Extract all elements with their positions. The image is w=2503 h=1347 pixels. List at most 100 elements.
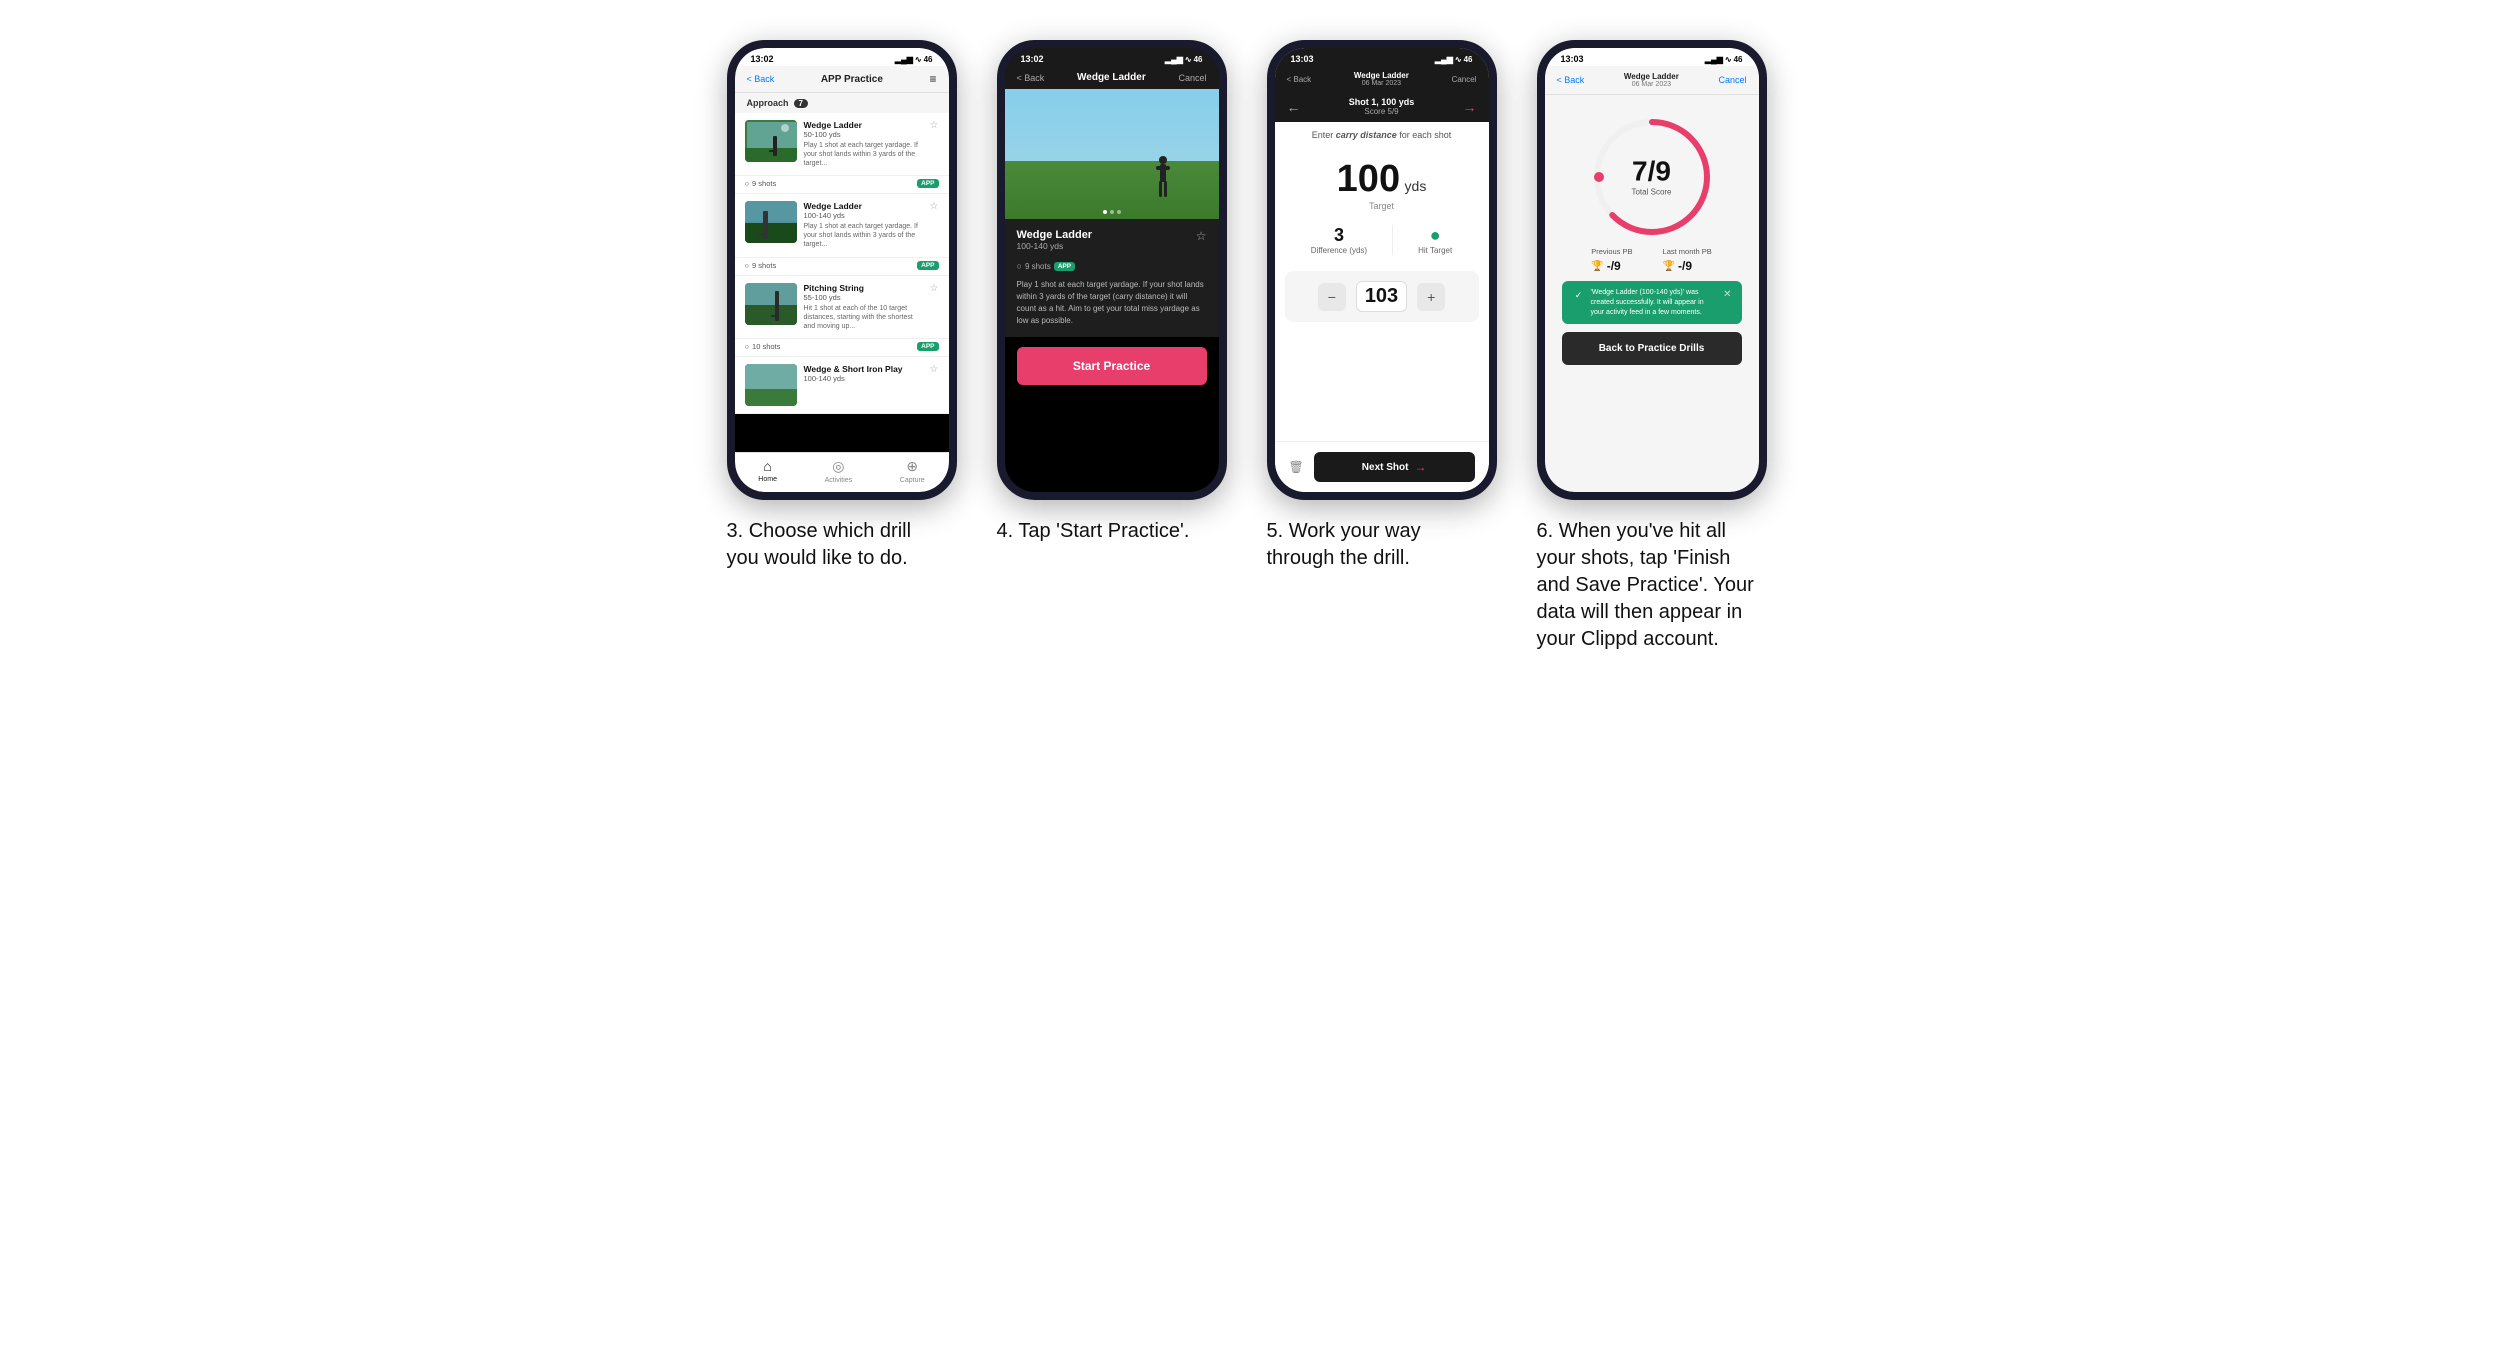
drill-thumb-2	[745, 201, 797, 243]
battery-icon-6: 46	[1734, 55, 1743, 64]
signal-icon-5: ▂▄▆	[1435, 55, 1453, 64]
nav-capture[interactable]: ⊕ Capture	[900, 458, 925, 484]
trash-icon[interactable]: 🗑	[1289, 460, 1304, 474]
capture-icon: ⊕	[906, 458, 918, 475]
phone3-time: 13:02	[751, 54, 774, 64]
results-content: 7/9 Total Score Previous PB 🏆 -/9	[1545, 95, 1759, 492]
home-icon: ⌂	[763, 458, 771, 474]
nav-activities-label: Activities	[825, 477, 853, 484]
section-count: 7	[794, 99, 808, 108]
drill-title-1: Wedge Ladder	[804, 120, 923, 130]
shots-text-1: ○ 9 shots	[745, 179, 777, 188]
phone6-status-bar: 13:03 ▂▄▆ ∿ 46	[1545, 48, 1759, 66]
golf-course-image	[1005, 89, 1219, 219]
star-icon-2[interactable]: ☆	[930, 201, 939, 212]
drill-yds-4: 100-140 yds	[804, 374, 923, 383]
start-practice-button[interactable]: Start Practice	[1017, 347, 1207, 385]
phone5-caption: 5. Work your way through the drill.	[1267, 518, 1487, 572]
stat-hit-target: ● Hit Target	[1418, 225, 1452, 255]
success-text: 'Wedge Ladder (100-140 yds)' was created…	[1591, 288, 1719, 317]
decrement-button[interactable]: −	[1318, 283, 1346, 311]
phone5-cancel-btn[interactable]: Cancel	[1452, 75, 1477, 84]
phone6-cancel-btn[interactable]: Cancel	[1718, 75, 1746, 85]
phone4-frame: 13:02 ▂▄▆ ∿ 46 < Back Wedge Ladder Cance…	[997, 40, 1227, 500]
app-badge-1: APP	[917, 179, 938, 188]
phone4-caption: 4. Tap 'Start Practice'.	[997, 518, 1190, 545]
drill-thumb-3	[745, 283, 797, 325]
detail-app-badge: APP	[1054, 262, 1075, 271]
drill-yds-1: 50-100 yds	[804, 130, 923, 139]
nav-activities[interactable]: ◎ Activities	[825, 458, 853, 484]
wifi-icon-6: ∿	[1725, 55, 1732, 64]
phone6-app-header: < Back Wedge Ladder 06 Mar 2023 Cancel	[1545, 66, 1759, 95]
star-icon-3[interactable]: ☆	[930, 283, 939, 294]
app-badge-3: APP	[917, 342, 938, 351]
previous-pb: Previous PB 🏆 -/9	[1591, 247, 1632, 273]
success-banner: ✓ 'Wedge Ladder (100-140 yds)' was creat…	[1562, 281, 1742, 324]
drill-desc-1: Play 1 shot at each target yardage. If y…	[804, 141, 923, 168]
detail-desc: Play 1 shot at each target yardage. If y…	[1017, 279, 1207, 327]
drill-title-4: Wedge & Short Iron Play	[804, 364, 923, 374]
star-icon-1[interactable]: ☆	[930, 120, 939, 131]
phone3-caption: 3. Choose which drill you would like to …	[727, 518, 947, 572]
stats-row: 3 Difference (yds) ● Hit Target	[1275, 217, 1489, 263]
drill-desc-3: Hit 1 shot at each of the 10 target dist…	[804, 304, 923, 331]
clock-icon-2: ○	[745, 261, 750, 270]
phone6-caption: 6. When you've hit all your shots, tap '…	[1537, 518, 1757, 653]
drill-item-4[interactable]: Wedge & Short Iron Play 100-140 yds ☆	[735, 357, 949, 414]
detail-header: Wedge Ladder 100-140 yds ☆	[1017, 229, 1207, 257]
detail-card: Wedge Ladder 100-140 yds ☆ ○ 9 shots APP…	[1005, 219, 1219, 337]
phone3-status-bar: 13:02 ▂▄▆ ∿ 46	[735, 48, 949, 66]
phone4-time: 13:02	[1021, 54, 1044, 64]
phone4-back-btn[interactable]: < Back	[1017, 73, 1045, 83]
phone5-status-bar: 13:03 ▂▄▆ ∿ 46	[1275, 48, 1489, 66]
nav-home[interactable]: ⌂ Home	[758, 458, 777, 484]
phone6-header-title: Wedge Ladder 06 Mar 2023	[1624, 72, 1679, 88]
detail-title: Wedge Ladder 100-140 yds	[1017, 229, 1093, 257]
back-to-drills-button[interactable]: Back to Practice Drills	[1562, 332, 1742, 365]
phone3-bottom-nav: ⌂ Home ◎ Activities ⊕ Capture	[735, 452, 949, 492]
signal-icon-6: ▂▄▆	[1705, 55, 1723, 64]
phone4-section: 13:02 ▂▄▆ ∿ 46 < Back Wedge Ladder Cance…	[997, 40, 1237, 653]
phone5-signal: ▂▄▆ ∿ 46	[1435, 55, 1473, 64]
phone6-screen: 13:03 ▂▄▆ ∿ 46 < Back Wedge Ladder 06 Ma…	[1545, 48, 1759, 492]
phone3-app-header: < Back APP Practice ≡	[735, 66, 949, 93]
close-banner-button[interactable]: ✕	[1723, 288, 1731, 302]
star-icon-4[interactable]: ☆	[930, 364, 939, 375]
battery-icon-4: 46	[1194, 55, 1203, 64]
drill-item-1[interactable]: Wedge Ladder 50-100 yds Play 1 shot at e…	[735, 113, 949, 176]
detail-star-icon[interactable]: ☆	[1196, 229, 1207, 243]
nav-home-label: Home	[758, 476, 777, 483]
phone3-back-btn[interactable]: < Back	[747, 74, 775, 84]
prev-arrow-icon[interactable]: ←	[1287, 99, 1301, 115]
carry-label: Enter carry distance for each shot	[1275, 122, 1489, 148]
phone6-frame: 13:03 ▂▄▆ ∿ 46 < Back Wedge Ladder 06 Ma…	[1537, 40, 1767, 500]
increment-button[interactable]: +	[1417, 283, 1445, 311]
drill-item-3[interactable]: Pitching String 55-100 yds Hit 1 shot at…	[735, 276, 949, 339]
drill-footer-1: ○ 9 shots APP	[735, 176, 949, 194]
stat-divider	[1392, 225, 1393, 255]
drill-item-2[interactable]: Wedge Ladder 100-140 yds Play 1 shot at …	[735, 194, 949, 257]
phone5-back-btn[interactable]: < Back	[1287, 75, 1312, 84]
signal-icon: ▂▄▆	[895, 55, 913, 64]
distance-input[interactable]: 103	[1356, 281, 1407, 312]
detail-shots: ○ 9 shots APP	[1017, 261, 1207, 271]
section-label: Approach	[747, 98, 789, 108]
total-score-value: 7/9	[1631, 158, 1671, 186]
phone4-app-header: < Back Wedge Ladder Cancel	[1005, 66, 1219, 89]
image-dots	[1103, 210, 1121, 214]
next-arrow-icon[interactable]: →	[1463, 99, 1477, 115]
drill-info-4: Wedge & Short Iron Play 100-140 yds	[804, 364, 923, 385]
phone4-status-bar: 13:02 ▂▄▆ ∿ 46	[1005, 48, 1219, 66]
success-banner-content: ✓ 'Wedge Ladder (100-140 yds)' was creat…	[1572, 288, 1719, 317]
phone4-screen: 13:02 ▂▄▆ ∿ 46 < Back Wedge Ladder Cance…	[1005, 48, 1219, 492]
success-check-icon: ✓	[1572, 288, 1586, 302]
phone4-cancel-btn[interactable]: Cancel	[1178, 73, 1206, 83]
next-shot-button[interactable]: Next Shot →	[1314, 452, 1475, 482]
phone3-menu-icon[interactable]: ≡	[929, 72, 936, 86]
phone6-back-btn[interactable]: < Back	[1557, 75, 1585, 85]
drill-thumb-1	[745, 120, 797, 162]
target-value: 100	[1337, 158, 1400, 200]
page-container: 13:02 ▂▄▆ ∿ 46 < Back APP Practice ≡ App…	[602, 40, 1902, 653]
app-badge-2: APP	[917, 261, 938, 270]
